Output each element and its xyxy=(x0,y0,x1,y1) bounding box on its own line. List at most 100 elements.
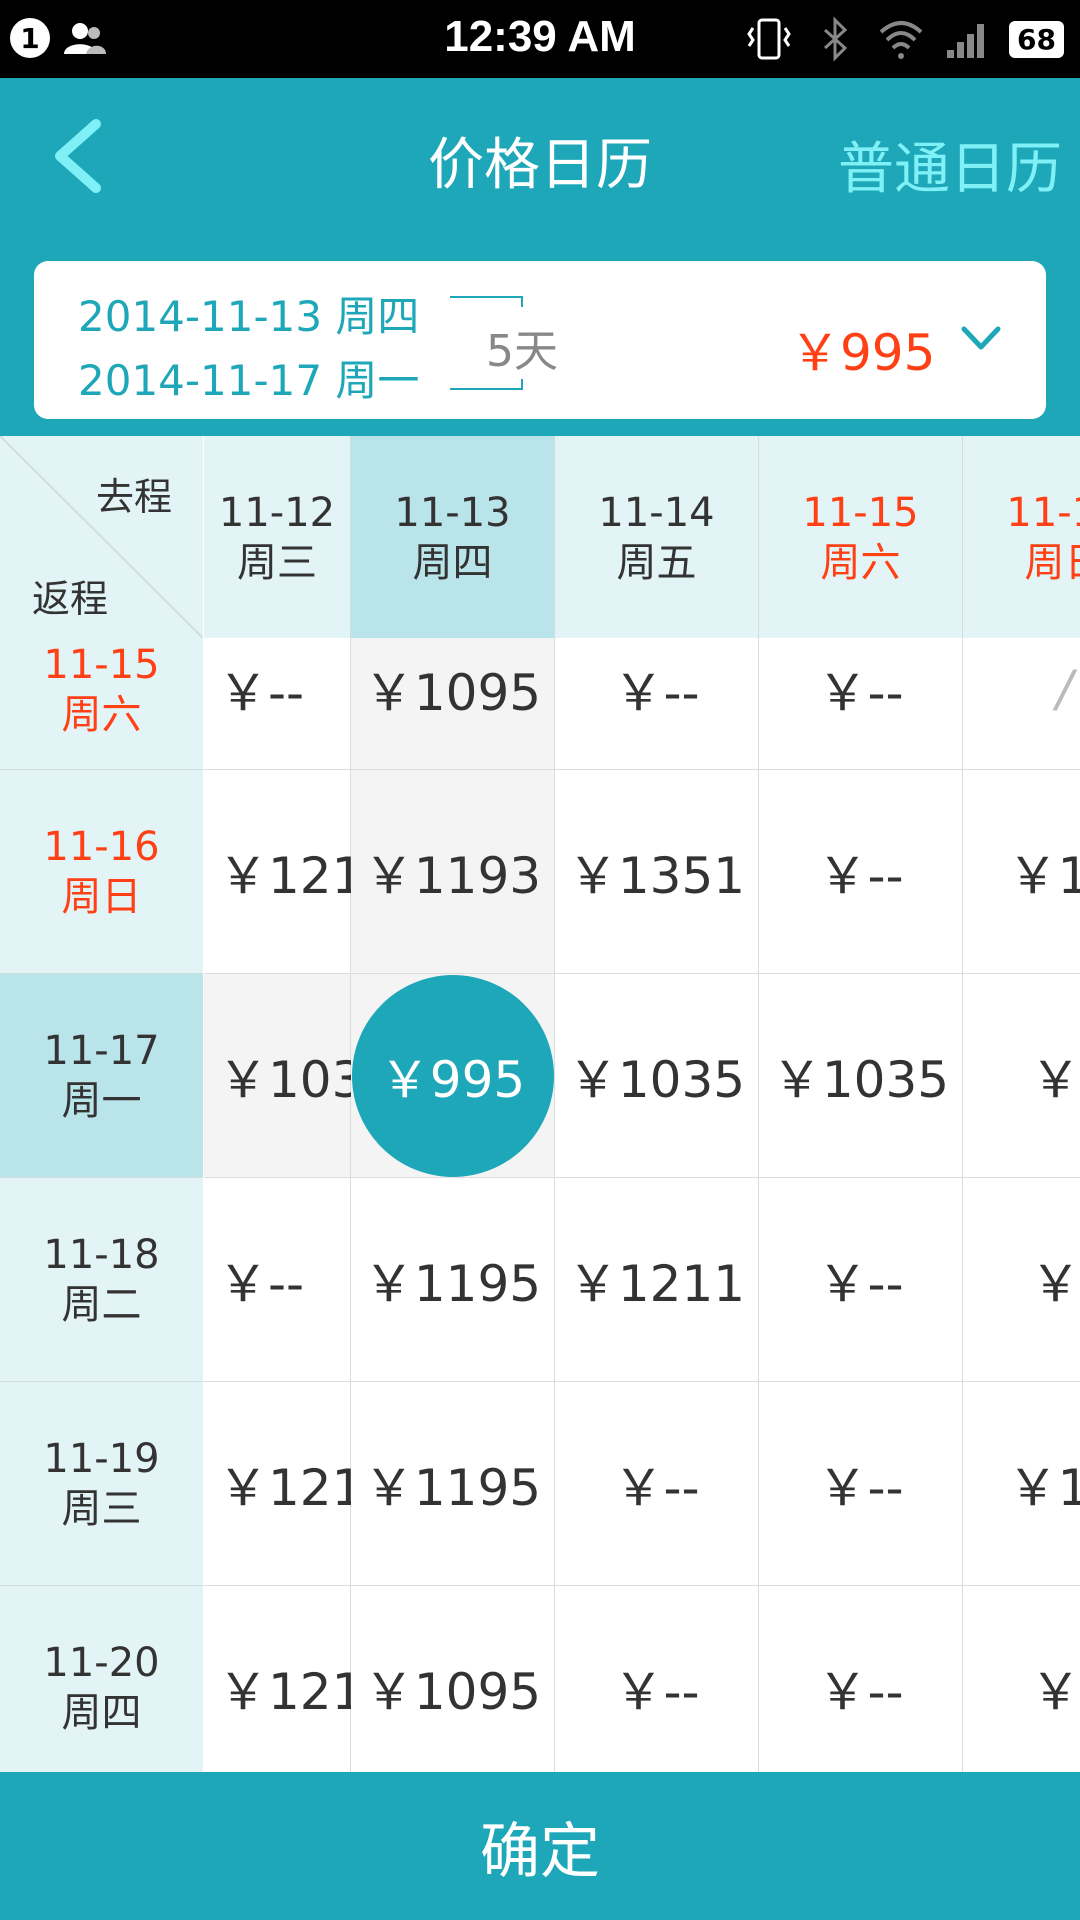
outbound-date-header: 11-15 周六 xyxy=(759,436,963,638)
return-date-label: 11-15 周六 xyxy=(0,638,203,740)
outbound-date-header: 11-13 周四 xyxy=(351,436,555,638)
selected-price: ￥995 xyxy=(351,974,554,1177)
price-value: ￥1195 xyxy=(363,1458,542,1517)
price-cell[interactable]: ￥12 xyxy=(963,1382,1080,1586)
return-date-label: 11-16 周日 xyxy=(0,770,203,922)
return-date-label: 11-20 周四 xyxy=(0,1586,203,1738)
confirm-button[interactable]: 确定 xyxy=(0,1772,1080,1920)
row-date: 11-16 xyxy=(43,824,160,870)
grid-corner: 去程 返程 xyxy=(0,436,203,638)
column-date: 11-14 xyxy=(598,490,715,536)
price-cell[interactable]: ￥-- xyxy=(759,1586,963,1772)
price-cell[interactable]: ￥- xyxy=(963,1178,1080,1382)
outbound-date-header: 11-12 周三 xyxy=(204,436,351,638)
total-price: ￥995 xyxy=(790,324,936,382)
price-cell[interactable]: ￥1211 xyxy=(204,1382,395,1586)
column-weekday: 周日 xyxy=(1024,540,1080,586)
column-weekday: 周五 xyxy=(616,540,697,586)
return-date: 2014-11-17 周一 xyxy=(78,356,420,405)
price-value: ￥1195 xyxy=(363,1254,542,1313)
depart-date: 2014-11-13 周四 xyxy=(78,292,420,341)
price-value: ￥1095 xyxy=(363,1662,542,1721)
price-value: ￥-- xyxy=(817,846,904,905)
outbound-date-header: 11-16周日 xyxy=(963,436,1080,638)
column-date: 11-16 xyxy=(1006,490,1080,536)
price-value: ￥-- xyxy=(817,663,904,722)
return-label: 返程 xyxy=(32,577,109,621)
price-value: ￥-- xyxy=(218,1254,305,1313)
vibrate-icon xyxy=(747,18,791,60)
price-value: ￥-- xyxy=(613,663,700,722)
row-weekday: 周一 xyxy=(61,1078,142,1124)
price-cell[interactable]: ￥-- xyxy=(204,638,351,770)
normal-calendar-link[interactable]: 普通日历 xyxy=(838,124,1062,205)
return-date-header: 11-17 周一 xyxy=(0,974,203,1178)
price-value: ￥1035 xyxy=(567,1050,746,1109)
row-weekday: 周四 xyxy=(61,1690,142,1736)
price-cell[interactable]: ￥1035 xyxy=(759,974,963,1178)
price-value: ￥1211 xyxy=(567,1254,746,1313)
price-cell[interactable]: ￥-- xyxy=(759,1382,963,1586)
battery-icon: 68 xyxy=(1009,20,1064,58)
column-date: 11-15 xyxy=(802,490,919,536)
price-cell[interactable]: ￥- xyxy=(963,1586,1080,1772)
row-weekday: 周日 xyxy=(61,874,142,920)
chevron-down-icon[interactable] xyxy=(960,325,1002,353)
return-date-header: 11-15 周六 xyxy=(0,638,203,770)
row-weekday: 周六 xyxy=(61,692,142,738)
price-cell[interactable]: ￥1195 xyxy=(351,1382,555,1586)
price-cell[interactable]: ￥1211 xyxy=(204,1586,395,1772)
trip-summary-card[interactable]: 2014-11-13 周四 2014-11-17 周一 5天 ￥995 xyxy=(34,261,1046,419)
price-value: ￥-- xyxy=(817,1662,904,1721)
price-value: ￥14 xyxy=(1007,846,1080,905)
price-cell[interactable]: ￥-- xyxy=(555,1382,759,1586)
column-weekday: 周六 xyxy=(820,540,901,586)
price-cell[interactable]: ￥1095 xyxy=(351,1586,555,1772)
wifi-icon xyxy=(879,21,923,59)
price-cell[interactable]: ￥14 xyxy=(963,770,1080,974)
row-date: 11-15 xyxy=(43,642,160,688)
price-cell[interactable]: ￥1211 xyxy=(204,770,395,974)
row-date: 11-18 xyxy=(43,1232,160,1278)
price-cell[interactable]: ￥-- xyxy=(204,1178,351,1382)
column-weekday: 周三 xyxy=(237,540,317,586)
price-cell[interactable]: ￥1035 xyxy=(204,974,395,1178)
price-cell[interactable]: ￥995 xyxy=(351,974,555,1178)
price-value: ￥- xyxy=(1030,1662,1080,1721)
price-cell[interactable]: ￥1195 xyxy=(351,1178,555,1382)
return-date-label: 11-18 周二 xyxy=(0,1178,203,1330)
trip-duration: 5天 xyxy=(486,326,558,377)
price-cell[interactable]: ￥- xyxy=(963,974,1080,1178)
price-cell[interactable]: ￥1035 xyxy=(555,974,759,1178)
price-value: ￥-- xyxy=(817,1254,904,1313)
row-weekday: 周三 xyxy=(61,1486,142,1532)
price-value: ￥-- xyxy=(613,1458,700,1517)
price-value: ￥1095 xyxy=(363,663,542,722)
row-date: 11-20 xyxy=(43,1640,160,1686)
return-date-header: 11-20 周四 xyxy=(0,1586,203,1772)
price-cell[interactable]: / xyxy=(963,638,1080,770)
column-weekday: 周四 xyxy=(412,540,493,586)
price-cell[interactable]: ￥-- xyxy=(759,638,963,770)
price-cell[interactable]: ￥1095 xyxy=(351,638,555,770)
return-date-header: 11-16 周日 xyxy=(0,770,203,974)
price-value: ￥1035 xyxy=(771,1050,950,1109)
price-value: ￥12 xyxy=(1007,1458,1080,1517)
price-cell[interactable]: ￥1193 xyxy=(351,770,555,974)
price-value: ￥-- xyxy=(817,1458,904,1517)
price-cell[interactable]: ￥-- xyxy=(555,1586,759,1772)
price-cell[interactable]: ￥1211 xyxy=(555,1178,759,1382)
price-value: ￥1193 xyxy=(363,846,542,905)
price-cell[interactable]: ￥1351 xyxy=(555,770,759,974)
price-value: ￥- xyxy=(1030,1050,1080,1109)
column-date: 11-12 xyxy=(218,490,336,536)
return-date-header: 11-19 周三 xyxy=(0,1382,203,1586)
price-value: ￥- xyxy=(1030,1254,1080,1313)
row-date: 11-19 xyxy=(43,1436,160,1482)
price-cell[interactable]: ￥-- xyxy=(759,1178,963,1382)
price-value: / xyxy=(1056,659,1073,718)
status-bar: 1 12:39 AM 68 xyxy=(0,0,1080,78)
price-cell[interactable]: ￥-- xyxy=(759,770,963,974)
header: 价格日历 普通日历 2014-11-13 周四 2014-11-17 周一 5天… xyxy=(0,78,1080,436)
price-cell[interactable]: ￥-- xyxy=(555,638,759,770)
